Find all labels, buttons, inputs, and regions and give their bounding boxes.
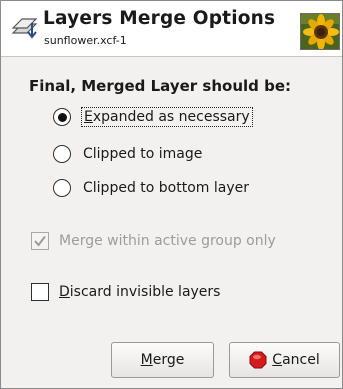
layers-merge-icon xyxy=(10,11,40,41)
option-clipped-bottom[interactable]: Clipped to bottom layer xyxy=(53,175,251,201)
section-title: Final, Merged Layer should be: xyxy=(29,77,292,95)
mnemonic-m: M xyxy=(140,352,153,368)
image-name: sunflower.xcf-1 xyxy=(44,34,127,47)
layers-merge-dialog: Layers Merge Options sunflower.xcf-1 Fin… xyxy=(0,0,343,389)
sunflower-thumbnail xyxy=(300,13,340,50)
discard-check-row[interactable]: Discard invisible layers xyxy=(31,279,220,305)
merge-group-checkbox xyxy=(31,232,49,250)
radio-selected-dot xyxy=(57,112,67,122)
stop-icon xyxy=(249,351,267,369)
option-clipped-image[interactable]: Clipped to image xyxy=(53,141,204,167)
option-expanded-label: Expanded as necessary xyxy=(81,107,253,127)
merge-group-label: Merge within active group only xyxy=(59,233,276,249)
radio-clipped-image[interactable] xyxy=(53,145,71,163)
merge-button[interactable]: Merge xyxy=(111,342,214,378)
option-clipped-image-label: Clipped to image xyxy=(83,146,203,162)
merge-group-check-row: Merge within active group only xyxy=(31,228,276,254)
discard-label: Discard invisible layers xyxy=(59,284,220,300)
dialog-title: Layers Merge Options xyxy=(43,8,276,29)
option-clipped-bottom-label: Clipped to bottom layer xyxy=(83,180,249,196)
mnemonic-c: C xyxy=(272,352,283,368)
option-expanded[interactable]: Expanded as necessary xyxy=(53,104,253,130)
radio-clipped-bottom[interactable] xyxy=(53,179,71,197)
mnemonic-e: E xyxy=(84,109,93,125)
radio-expanded[interactable] xyxy=(53,108,71,126)
mnemonic-d: D xyxy=(59,284,70,300)
header-separator xyxy=(1,56,342,57)
dialog-header: Layers Merge Options sunflower.xcf-1 xyxy=(1,1,342,56)
checkmark-icon xyxy=(34,235,46,247)
cancel-button[interactable]: Cancel xyxy=(229,342,340,378)
merge-button-text: erge xyxy=(152,352,185,368)
discard-checkbox[interactable] xyxy=(31,283,49,301)
discard-text: iscard invisible layers xyxy=(69,284,221,300)
option-expanded-text: xpanded as necessary xyxy=(92,109,250,125)
cancel-button-text: ancel xyxy=(282,352,320,368)
